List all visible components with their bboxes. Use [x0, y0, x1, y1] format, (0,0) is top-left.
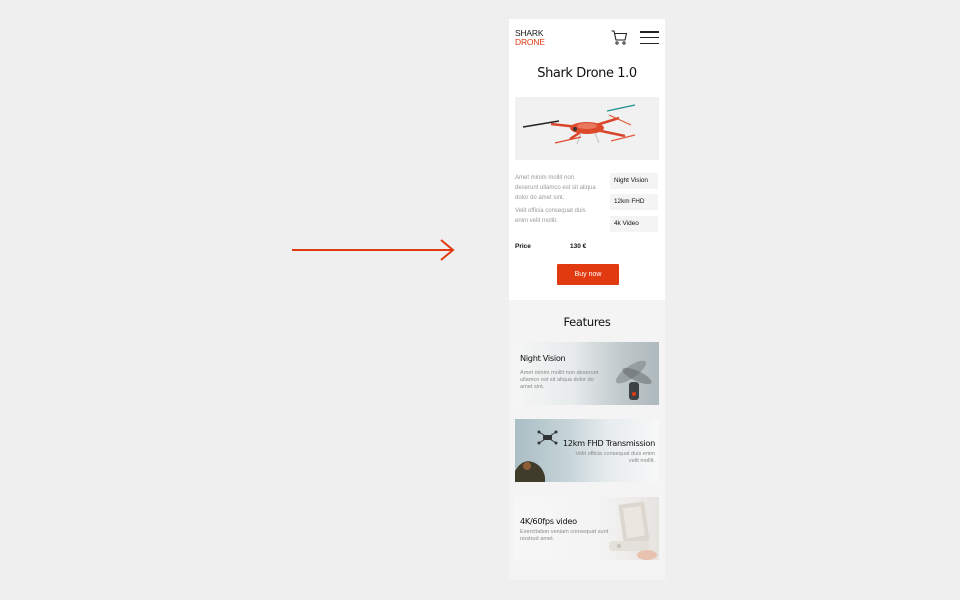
- feature-card-text: Velit officia consequat duis enim velit …: [575, 451, 655, 464]
- menu-bar: [640, 36, 659, 39]
- feature-card-video[interactable]: 4K/60fps video Exercitation veniam conse…: [515, 497, 659, 560]
- menu-bar: [640, 31, 659, 33]
- drone-sky-image: [515, 430, 558, 482]
- hamburger-menu-icon[interactable]: [640, 31, 659, 45]
- drone-image: [522, 104, 636, 145]
- feature-card-transmission[interactable]: 12km FHD Transmission Velit officia cons…: [515, 419, 659, 482]
- price-label: Price: [515, 243, 531, 250]
- brand-logo[interactable]: SHARK DRONE: [515, 29, 545, 47]
- feature-card-title: Night Vision: [520, 353, 566, 363]
- mobile-screen: SHARK DRONE Shark Drone 1.0 Amet minim m…: [509, 19, 665, 580]
- feature-card-title: 12km FHD Transmission: [562, 438, 655, 448]
- description-paragraph: Velit officia consequat duis enim velit …: [515, 208, 586, 224]
- product-description: Amet minim mollit non deserunt ullamco e…: [515, 173, 597, 229]
- menu-bar: [640, 42, 659, 45]
- drone-closeup-image: [615, 360, 652, 400]
- product-title: Shark Drone 1.0: [537, 66, 637, 81]
- features-section: Features Night Vision Amet minim mollit …: [509, 300, 665, 580]
- features-title: Features: [563, 315, 611, 329]
- product-image: [515, 97, 659, 160]
- cart-icon[interactable]: [611, 30, 627, 45]
- buy-now-button[interactable]: Buy now: [557, 264, 619, 285]
- feature-card-title: 4K/60fps video: [520, 516, 577, 526]
- pointer-arrow-icon: [292, 239, 455, 261]
- brand-logo-line2: DRONE: [515, 37, 545, 47]
- feature-card-text: Amet minim mollit non deserunt ullamco e…: [520, 370, 599, 390]
- feature-card-night-vision[interactable]: Night Vision Amet minim mollit non deser…: [515, 342, 659, 405]
- description-paragraph: Amet minim mollit non deserunt ullamco e…: [515, 175, 596, 201]
- feature-card-text: Exercitation veniam consequat sunt nostr…: [520, 529, 609, 542]
- spec-range: 12km FHD: [610, 194, 658, 210]
- spec-video: 4k Video: [610, 216, 658, 232]
- spec-night-vision: Night Vision: [610, 173, 658, 189]
- price-value: 130 €: [570, 243, 587, 250]
- header: SHARK DRONE: [509, 19, 665, 57]
